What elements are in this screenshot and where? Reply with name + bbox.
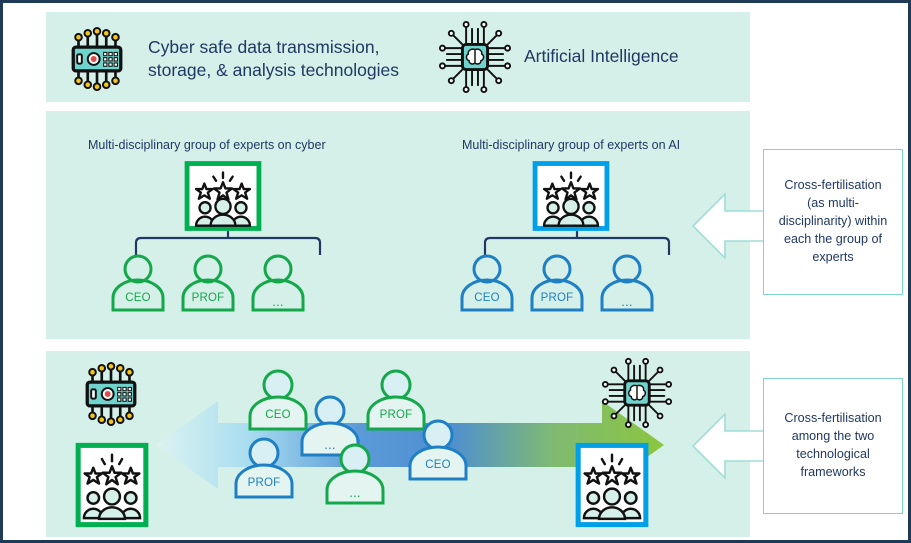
expert-cyber-2: ... <box>249 254 307 312</box>
expert-cyber-1: PROF <box>179 254 237 312</box>
expert-ai-0: CEO <box>458 254 516 312</box>
expert-cyber-0-label: CEO <box>125 292 151 304</box>
expert-cyber-0: CEO <box>109 254 167 312</box>
expert-ai-1: PROF <box>528 254 586 312</box>
header-label-cyber-line2: storage, & analysis technologies <box>148 60 399 80</box>
group-label-ai: Multi-disciplinary group of experts on A… <box>462 138 681 152</box>
expert-ai-2: ... <box>598 254 656 312</box>
expert-cyber-1-label: PROF <box>191 292 225 304</box>
header-label-ai: Artificial Intelligence <box>524 46 679 67</box>
mixed-expert-3: CEO <box>406 419 470 481</box>
expert-ai-2-label: ... <box>621 294 633 309</box>
mixed-expert-4-label: PROF <box>247 477 281 489</box>
mixed-expert-4: PROF <box>232 437 296 499</box>
expert-ai-1-label: PROF <box>540 292 574 304</box>
callout-1-text: Cross-fertilisation (as multi-disciplina… <box>778 178 888 264</box>
mixed-expert-3-label: CEO <box>425 459 451 471</box>
callout-2-text: Cross-fertilisation among the two techno… <box>784 411 882 479</box>
header-item-ai: Artificial Intelligence <box>438 20 679 94</box>
ai-brain-chip-icon <box>438 20 512 94</box>
safe-chip-icon <box>64 26 130 92</box>
header-item-cyber: Cyber safe data transmission, storage, &… <box>64 26 399 92</box>
safe-chip-icon-bottom <box>78 361 144 427</box>
expert-cyber-2-label: ... <box>272 294 284 309</box>
experts-group-green-icon-bottom <box>75 442 149 528</box>
middle-panel: Multi-disciplinary group of experts on c… <box>46 111 750 339</box>
experts-group-blue-icon-bottom <box>575 442 649 528</box>
experts-group-green-icon <box>184 161 262 231</box>
mixed-expert-5: ... <box>323 443 387 505</box>
ai-brain-chip-icon-bottom <box>601 357 673 429</box>
mixed-expert-5-label: ... <box>349 485 361 500</box>
callout-cross-fertilisation-within: Cross-fertilisation (as multi-disciplina… <box>763 149 903 295</box>
expert-ai-0-label: CEO <box>474 292 500 304</box>
header-label-cyber-line1: Cyber safe data transmission, <box>148 36 380 57</box>
header-label-cyber: Cyber safe data transmission, storage, &… <box>148 36 399 82</box>
callout-arrow-2 <box>691 412 768 480</box>
callout-cross-fertilisation-among: Cross-fertilisation among the two techno… <box>763 378 903 514</box>
group-label-cyber: Multi-disciplinary group of experts on c… <box>88 138 326 152</box>
experts-group-blue-icon <box>532 161 610 231</box>
callout-arrow-1 <box>691 192 768 260</box>
header-panel: Cyber safe data transmission, storage, &… <box>46 12 750 102</box>
bottom-panel: CEO ... PROF CEO PROF ... <box>46 351 750 537</box>
